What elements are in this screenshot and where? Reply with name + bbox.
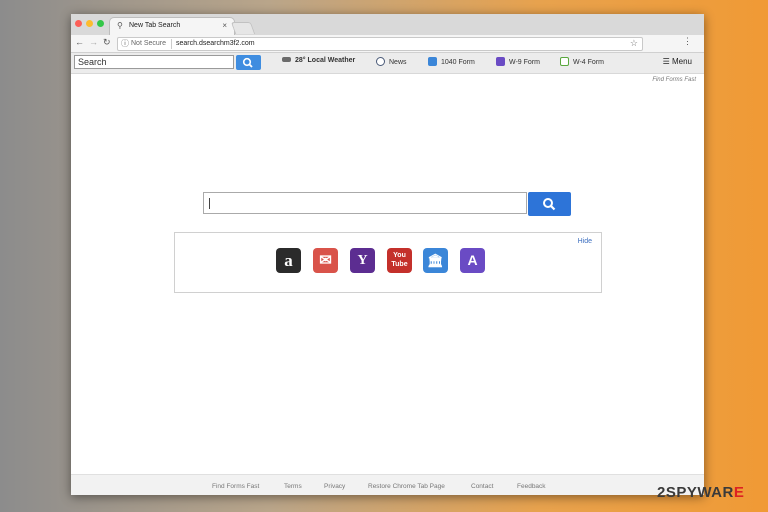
toolbar-link-1040-form[interactable]: 1040 Form bbox=[428, 57, 475, 66]
menu-label: Menu bbox=[671, 57, 692, 66]
browser-window: ⚲ New Tab Search × ← → ↻ ⓘ Not Secure se… bbox=[71, 14, 704, 495]
extension-toolbar: Search 28° Local Weather News 1040 Form … bbox=[71, 53, 704, 74]
toolbar-search-input[interactable]: Search bbox=[74, 55, 234, 69]
menu-button[interactable]: ☰ Menu bbox=[663, 57, 692, 66]
maximize-window-button[interactable] bbox=[97, 20, 104, 27]
main-search-button[interactable] bbox=[528, 192, 571, 216]
reload-icon[interactable]: ↻ bbox=[103, 37, 111, 48]
watermark-logo: 2SPYWARE bbox=[657, 484, 745, 501]
search-icon bbox=[543, 198, 556, 211]
back-arrow-icon[interactable]: ← bbox=[75, 37, 84, 47]
youtube-icon[interactable]: You Tube bbox=[387, 248, 412, 273]
building-icon bbox=[428, 57, 437, 66]
text-cursor bbox=[209, 198, 210, 209]
browser-toolbar: ← → ↻ ⓘ Not Secure search.dsearchm3f2.co… bbox=[71, 35, 704, 53]
forward-arrow-icon[interactable]: → bbox=[89, 37, 98, 47]
close-tab-icon[interactable]: × bbox=[222, 21, 227, 30]
document-icon bbox=[560, 57, 569, 66]
search-icon bbox=[242, 57, 253, 68]
news-icon bbox=[376, 57, 385, 66]
close-window-button[interactable] bbox=[75, 20, 82, 27]
minimize-window-button[interactable] bbox=[86, 20, 93, 27]
info-icon[interactable]: ⓘ bbox=[121, 38, 129, 49]
mail-icon[interactable]: ✉ bbox=[313, 248, 338, 273]
toolbar-link-w4-form[interactable]: W-4 Form bbox=[560, 57, 604, 66]
letter-a-icon[interactable]: A bbox=[460, 248, 485, 273]
main-search-input[interactable] bbox=[203, 192, 527, 214]
tab-strip: ⚲ New Tab Search × bbox=[71, 14, 704, 36]
weather-label: 28° Local Weather bbox=[295, 57, 356, 64]
chrome-menu-icon[interactable]: ⋮ bbox=[683, 36, 692, 47]
footer-link-contact[interactable]: Contact bbox=[471, 483, 493, 490]
yahoo-icon[interactable]: Y bbox=[350, 248, 375, 273]
page-footer: Find Forms Fast Terms Privacy Restore Ch… bbox=[71, 474, 704, 495]
amazon-icon[interactable]: a bbox=[276, 248, 301, 273]
address-bar[interactable]: ⓘ Not Secure search.dsearchm3f2.com ☆ bbox=[117, 37, 643, 51]
find-forms-fast-link[interactable]: Find Forms Fast bbox=[652, 77, 696, 83]
tab-title: New Tab Search bbox=[129, 22, 181, 29]
form-1040-label: 1040 Form bbox=[441, 59, 475, 66]
footer-link-find-forms[interactable]: Find Forms Fast bbox=[212, 483, 259, 490]
new-tab-button[interactable] bbox=[230, 22, 256, 34]
toolbar-link-w9-form[interactable]: W-9 Form bbox=[496, 57, 540, 66]
search-icon: ⚲ bbox=[117, 21, 123, 30]
divider bbox=[171, 39, 172, 49]
footer-link-terms[interactable]: Terms bbox=[284, 483, 302, 490]
footer-link-restore-chrome[interactable]: Restore Chrome Tab Page bbox=[368, 483, 445, 490]
footer-link-feedback[interactable]: Feedback bbox=[517, 483, 546, 490]
w4-form-label: W-4 Form bbox=[573, 59, 604, 66]
footer-link-privacy[interactable]: Privacy bbox=[324, 483, 345, 490]
w9-form-label: W-9 Form bbox=[509, 59, 540, 66]
tab-new-tab-search[interactable]: ⚲ New Tab Search × bbox=[109, 17, 235, 36]
quick-links-panel: Hide a ✉ Y You Tube 🏛 A bbox=[174, 232, 602, 293]
hide-link[interactable]: Hide bbox=[578, 238, 592, 245]
news-label: News bbox=[389, 59, 407, 66]
weather-icon bbox=[282, 57, 291, 62]
toolbar-search-button[interactable] bbox=[236, 55, 261, 70]
toolbar-link-weather[interactable]: 28° Local Weather bbox=[282, 57, 355, 64]
bank-icon[interactable]: 🏛 bbox=[423, 248, 448, 273]
security-label: Not Secure bbox=[131, 40, 167, 47]
toolbar-link-news[interactable]: News bbox=[376, 57, 407, 66]
letter-a-icon bbox=[496, 57, 505, 66]
hamburger-icon: ☰ bbox=[662, 57, 670, 66]
bookmark-star-icon[interactable]: ☆ bbox=[630, 38, 638, 49]
url-text: search.dsearchm3f2.com bbox=[176, 40, 255, 47]
